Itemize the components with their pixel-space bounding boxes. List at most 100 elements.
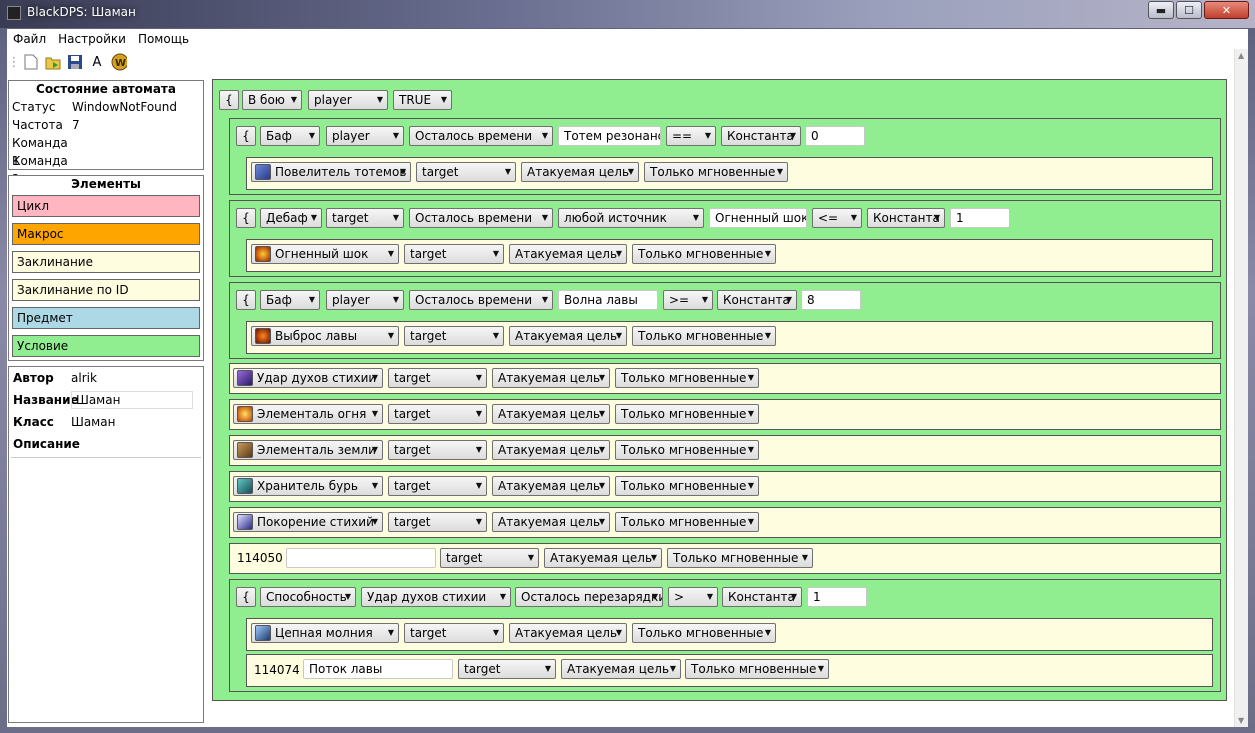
c2-spell-select[interactable]: Огненный шок	[251, 244, 399, 264]
c2-target-type-select[interactable]: Атакуемая цель	[509, 244, 627, 264]
c4-target-select[interactable]: target	[404, 623, 504, 643]
c3-brace-button[interactable]: {	[236, 290, 256, 310]
c3-target-select[interactable]: target	[404, 326, 504, 346]
c1-target-type-select[interactable]: Атакуемая цель	[521, 162, 639, 182]
c4-target-type-select[interactable]: Атакуемая цель	[509, 623, 627, 643]
c2-operator-select[interactable]: <=	[812, 208, 862, 228]
c2-target-select[interactable]: target	[404, 244, 504, 264]
c3-property-select[interactable]: Осталось времени	[409, 290, 553, 310]
spell-id-target-select[interactable]: target	[440, 548, 539, 568]
root-condition-select[interactable]: В бою	[242, 90, 302, 110]
spell-1-target-select[interactable]: target	[388, 368, 487, 388]
root-unit-select[interactable]: player	[308, 90, 388, 110]
c2-type-select[interactable]: Дебаф	[260, 208, 322, 228]
c4-spell-select[interactable]: Удар духов стихии	[361, 587, 511, 607]
c4-type-select[interactable]: Способность	[260, 587, 356, 607]
spell-2-target-type-select[interactable]: Атакуемая цель	[492, 404, 610, 424]
save-icon[interactable]	[67, 54, 83, 70]
description-field[interactable]	[11, 457, 201, 458]
spell-id-name-input[interactable]	[286, 548, 436, 568]
open-file-icon[interactable]	[45, 54, 61, 70]
c3-mode-select[interactable]: Константа	[717, 290, 797, 310]
spell-1-target-type-select[interactable]: Атакуемая цель	[492, 368, 610, 388]
element-loop[interactable]: Цикл	[12, 195, 200, 217]
vertical-scrollbar[interactable]: ▲ ▼	[1234, 49, 1248, 727]
c1-spell-select[interactable]: Повелитель тотемов	[251, 162, 411, 182]
c2-mode-select[interactable]: Константа	[867, 208, 945, 228]
c1-spell-input[interactable]: Тотем резонанса	[558, 126, 661, 146]
spell-4-select[interactable]: Хранитель бурь	[233, 476, 383, 496]
spell-4-target-select[interactable]: target	[388, 476, 487, 496]
spell-5-select[interactable]: Покорение стихий	[233, 512, 383, 532]
spell-5-cast-select[interactable]: Только мгновенные	[615, 512, 759, 532]
c4-operator-select[interactable]: >	[668, 587, 718, 607]
new-file-icon[interactable]	[23, 54, 39, 70]
c4-brace-button[interactable]: {	[236, 587, 256, 607]
c3-cast-select[interactable]: Только мгновенные	[632, 326, 776, 346]
spell-3-target-type-select[interactable]: Атакуемая цель	[492, 440, 610, 460]
c4-spell-id-target-select[interactable]: target	[458, 659, 556, 679]
c1-mode-select[interactable]: Константа	[721, 126, 801, 146]
spell-2-target-select[interactable]: target	[388, 404, 487, 424]
element-item[interactable]: Предмет	[12, 307, 200, 329]
c4-spell-id-name-input[interactable]: Поток лавы	[303, 659, 453, 679]
spell-3-target-select[interactable]: target	[388, 440, 487, 460]
spell-2-select[interactable]: Элементаль огня	[233, 404, 383, 424]
c2-brace-button[interactable]: {	[236, 208, 256, 228]
spell-2-cast-select[interactable]: Только мгновенные	[615, 404, 759, 424]
c1-unit-select[interactable]: player	[326, 126, 404, 146]
c3-operator-select[interactable]: >=	[663, 290, 713, 310]
minimize-button[interactable]: ▬	[1148, 1, 1174, 19]
c3-target-type-select[interactable]: Атакуемая цель	[509, 326, 627, 346]
element-macro[interactable]: Макрос	[12, 223, 200, 245]
c1-value-input[interactable]: 0	[805, 126, 865, 146]
c1-cast-select[interactable]: Только мгновенные	[644, 162, 788, 182]
c2-cast-select[interactable]: Только мгновенные	[632, 244, 776, 264]
c4-cast-select[interactable]: Только мгновенные	[632, 623, 776, 643]
c2-value-input[interactable]: 1	[950, 208, 1010, 228]
c4-property-select[interactable]: Осталось перезарядки	[515, 587, 663, 607]
spell-id-cast-select[interactable]: Только мгновенные	[667, 548, 813, 568]
spell-4-cast-select[interactable]: Только мгновенные	[615, 476, 759, 496]
element-spell[interactable]: Заклинание	[12, 251, 200, 273]
spell-1-cast-select[interactable]: Только мгновенные	[615, 368, 759, 388]
spell-id-target-type-select[interactable]: Атакуемая цель	[544, 548, 662, 568]
spell-3-cast-select[interactable]: Только мгновенные	[615, 440, 759, 460]
wow-icon[interactable]: W	[111, 53, 127, 71]
spell-5-target-select[interactable]: target	[388, 512, 487, 532]
root-value-select[interactable]: TRUE	[393, 90, 452, 110]
menu-file[interactable]: Файл	[7, 32, 52, 46]
c4-mode-select[interactable]: Константа	[722, 587, 802, 607]
spell-1-select[interactable]: Удар духов стихии	[233, 368, 383, 388]
close-button[interactable]: ✕	[1204, 1, 1249, 19]
name-input[interactable]: Шаман	[71, 391, 193, 409]
scroll-up-icon[interactable]: ▲	[1238, 51, 1244, 60]
c4-spell-id-target-type-select[interactable]: Атакуемая цель	[561, 659, 681, 679]
scroll-down-icon[interactable]: ▼	[1238, 716, 1244, 725]
c3-type-select[interactable]: Баф	[260, 290, 320, 310]
menu-help[interactable]: Помощь	[132, 32, 195, 46]
c2-property-select[interactable]: Осталось времени	[409, 208, 553, 228]
element-spell-by-id[interactable]: Заклинание по ID	[12, 279, 200, 301]
c1-operator-select[interactable]: ==	[666, 126, 716, 146]
maximize-button[interactable]: ☐	[1176, 1, 1202, 19]
element-condition[interactable]: Условие	[12, 335, 200, 357]
c3-spell-input[interactable]: Волна лавы	[558, 290, 658, 310]
c1-type-select[interactable]: Баф	[260, 126, 320, 146]
c3-value-input[interactable]: 8	[801, 290, 861, 310]
c3-spell-select[interactable]: Выброс лавы	[251, 326, 399, 346]
c2-unit-select[interactable]: target	[326, 208, 404, 228]
c1-brace-button[interactable]: {	[236, 126, 256, 146]
menu-settings[interactable]: Настройки	[52, 32, 132, 46]
root-brace-button[interactable]: {	[219, 90, 239, 110]
c2-source-select[interactable]: любой источник	[558, 208, 704, 228]
spell-5-target-type-select[interactable]: Атакуемая цель	[492, 512, 610, 532]
spell-4-target-type-select[interactable]: Атакуемая цель	[492, 476, 610, 496]
a-button[interactable]: A	[89, 54, 105, 70]
c1-property-select[interactable]: Осталось времени	[409, 126, 553, 146]
c2-spell-input[interactable]: Огненный шок	[709, 208, 807, 228]
c4-spell-id-cast-select[interactable]: Только мгновенные	[685, 659, 829, 679]
spell-3-select[interactable]: Элементаль земли	[233, 440, 383, 460]
c3-unit-select[interactable]: player	[326, 290, 404, 310]
c1-target-select[interactable]: target	[416, 162, 516, 182]
